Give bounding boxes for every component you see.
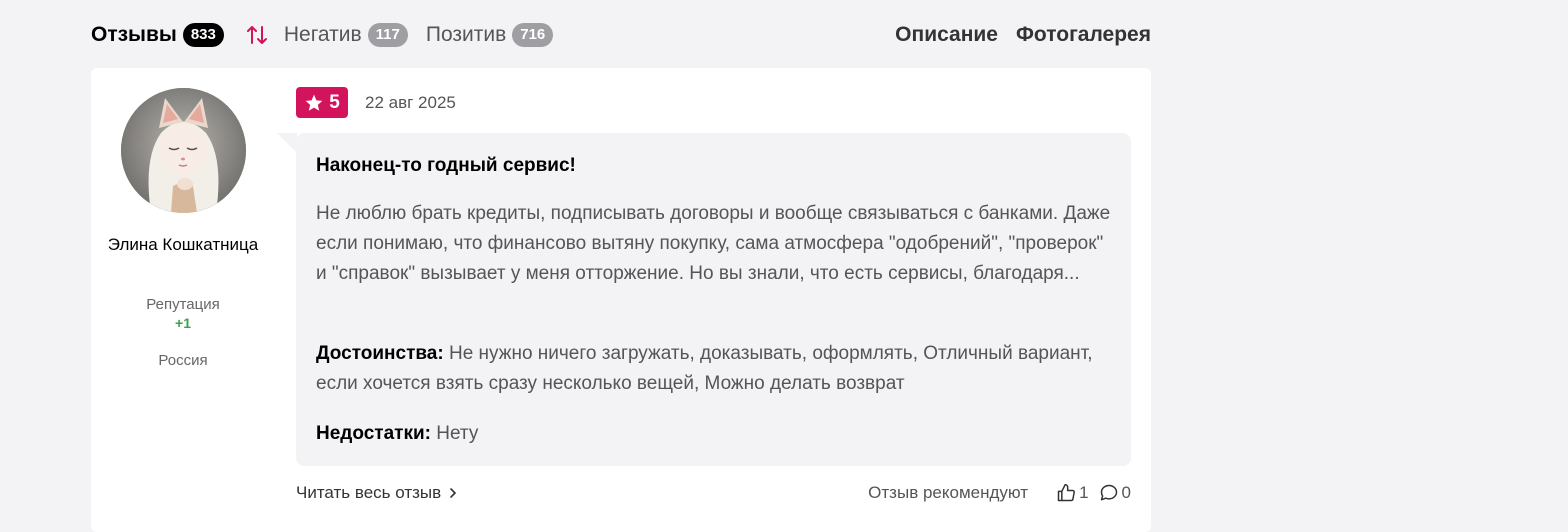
comment-count: 0 <box>1121 483 1131 502</box>
star-icon <box>305 94 323 111</box>
review-date: 22 авг 2025 <box>365 93 456 112</box>
recommend-label: Отзыв рекомендуют <box>868 483 1029 502</box>
sort-icon[interactable] <box>244 22 270 48</box>
chevron-right-icon <box>450 488 457 498</box>
author-name[interactable]: Элина Кошкатница <box>103 234 263 255</box>
review-footer: Читать весь отзыв Отзыв рекомендуют 1 0 <box>296 481 1131 505</box>
comment-icon <box>1100 484 1117 501</box>
read-more-link[interactable]: Читать весь отзыв <box>296 483 457 503</box>
read-more-label: Читать весь отзыв <box>296 483 442 502</box>
reputation-value: +1 <box>175 315 191 331</box>
bubble-tail <box>277 133 297 153</box>
tab-positive[interactable]: Позитив 716 <box>425 23 554 47</box>
cat-girl-avatar[interactable] <box>121 88 246 213</box>
review-body: Наконец-то годный сервис! Не люблю брать… <box>296 133 1131 466</box>
tabs-right: Описание Фотогалерея <box>895 23 1151 47</box>
review-stats: Отзыв рекомендуют 1 0 <box>868 483 1131 503</box>
negative-count-badge: 117 <box>367 23 408 47</box>
review-card: Элина Кошкатница Репутация +1 Россия 5 2… <box>91 68 1151 532</box>
tab-reviews-label: Отзывы <box>91 23 177 46</box>
rating-value: 5 <box>329 91 340 113</box>
positive-count-badge: 716 <box>512 23 554 47</box>
review-cons: Недостатки: Нету <box>316 419 1116 449</box>
thumbs-up-icon <box>1057 483 1075 502</box>
review-tabs: Отзывы 833 Негатив 117 Позитив 716 Описа… <box>91 18 1151 52</box>
review-text: Не люблю брать кредиты, подписывать дого… <box>316 203 1111 284</box>
review-title[interactable]: Наконец-то годный сервис! <box>316 155 576 177</box>
tab-gallery[interactable]: Фотогалерея <box>1016 23 1151 47</box>
tab-reviews[interactable]: Отзывы 833 <box>91 23 224 47</box>
author-country: Россия <box>158 352 208 369</box>
tab-description[interactable]: Описание <box>895 23 998 47</box>
reviews-count-badge: 833 <box>182 23 224 47</box>
tab-positive-label: Позитив <box>425 23 507 46</box>
like-count: 1 <box>1079 483 1089 502</box>
reputation-label: Репутация <box>146 296 220 313</box>
rating-badge: 5 <box>296 87 348 118</box>
tab-negative[interactable]: Негатив 117 <box>284 23 408 47</box>
pros-label: Достоинства: <box>316 343 444 364</box>
cons-label: Недостатки: <box>316 423 431 444</box>
comments-button[interactable]: 0 <box>1099 483 1131 503</box>
like-button[interactable]: 1 <box>1056 483 1089 503</box>
cons-text: Нету <box>436 423 479 444</box>
tab-negative-label: Негатив <box>283 23 362 46</box>
review-pros: Достоинства: Не нужно ничего загружать, … <box>316 339 1116 399</box>
